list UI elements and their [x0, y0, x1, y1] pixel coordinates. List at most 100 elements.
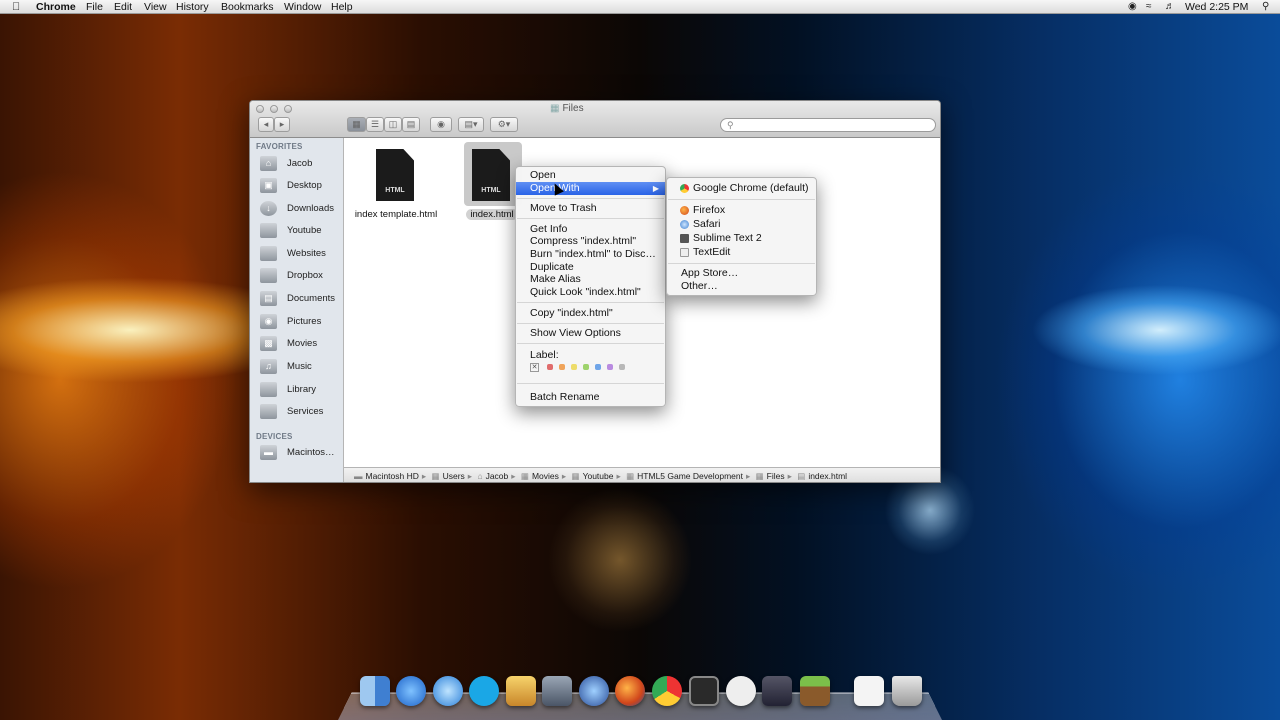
sidebar-item-label: Macintos… — [287, 447, 335, 458]
hard-drive-icon: ▬ — [260, 445, 277, 460]
action-button[interactable]: ⚙▾ — [490, 117, 518, 132]
minecraft-dock-icon[interactable] — [800, 676, 830, 706]
zoom-window-button[interactable] — [284, 105, 292, 113]
list-view-button[interactable]: ☰ — [366, 117, 384, 132]
back-button[interactable]: ◂ — [258, 117, 274, 132]
menu-item-burn[interactable]: Burn "index.html" to Disc… — [516, 248, 665, 261]
apple-menu-icon[interactable]:  — [12, 0, 20, 14]
document-stack-dock-icon[interactable] — [854, 676, 884, 706]
sidebar-item-macintosh-hd[interactable]: ▬ Macintos… — [260, 443, 342, 463]
path-item[interactable]: Jacob — [486, 471, 509, 481]
app-store-dock-icon[interactable] — [396, 676, 426, 706]
spotlight-search-icon[interactable]: ⚲ — [1262, 1, 1269, 13]
sidebar-item-jacob[interactable]: ⌂ Jacob — [260, 154, 342, 174]
menu-bookmarks[interactable]: Bookmarks — [221, 0, 274, 14]
submenu-item-app-store[interactable]: App Store… — [667, 267, 816, 280]
menu-edit[interactable]: Edit — [114, 0, 132, 14]
path-item[interactable]: Files — [767, 471, 785, 481]
sidebar-item-pictures[interactable]: ◉ Pictures — [260, 312, 342, 332]
menu-item-move-to-trash[interactable]: Move to Trash — [516, 202, 665, 215]
path-item[interactable]: HTML5 Game Development — [637, 471, 743, 481]
submenu-item-textedit[interactable]: TextEdit — [667, 246, 816, 259]
menu-app-name[interactable]: Chrome — [36, 0, 76, 14]
screen-record-icon[interactable]: ◉ — [1128, 1, 1137, 13]
sidebar-item-dropbox[interactable]: Dropbox — [260, 266, 342, 286]
favorites-header: FAVORITES — [256, 142, 303, 151]
sublime-text-dock-icon[interactable] — [689, 676, 719, 706]
menu-separator — [517, 323, 664, 324]
sidebar-item-movies[interactable]: ▩ Movies — [260, 334, 342, 354]
submenu-item-other[interactable]: Other… — [667, 280, 816, 293]
finder-dock-icon[interactable] — [360, 676, 390, 706]
steam-dock-icon[interactable] — [762, 676, 792, 706]
menu-item-open[interactable]: Open — [516, 169, 665, 182]
menu-item-open-with[interactable]: Open With ▶ — [516, 182, 665, 195]
sidebar-item-library[interactable]: Library — [260, 380, 342, 400]
menu-item-quick-look[interactable]: Quick Look "index.html" — [516, 286, 665, 299]
path-item[interactable]: Youtube — [583, 471, 614, 481]
sidebar-item-youtube[interactable]: Youtube — [260, 221, 342, 241]
path-item[interactable]: index.html — [808, 471, 847, 481]
menu-item-compress[interactable]: Compress "index.html" — [516, 235, 665, 248]
submenu-item-safari[interactable]: Safari — [667, 218, 816, 231]
close-window-button[interactable] — [256, 105, 264, 113]
photos-dock-icon[interactable] — [506, 676, 536, 706]
chrome-dock-icon[interactable] — [652, 676, 682, 706]
sidebar-item-music[interactable]: ♫ Music — [260, 357, 342, 377]
menu-item-make-alias[interactable]: Make Alias — [516, 273, 665, 286]
path-separator-icon: ▸ — [561, 471, 567, 481]
forward-button[interactable]: ▸ — [274, 117, 290, 132]
path-separator-icon: ▸ — [467, 471, 473, 481]
label-orange[interactable] — [559, 364, 565, 370]
menu-item-batch-rename[interactable]: Batch Rename — [516, 391, 665, 404]
path-item[interactable]: Movies — [532, 471, 559, 481]
itunes-dock-icon[interactable] — [433, 676, 463, 706]
label-blue[interactable] — [595, 364, 601, 370]
no-label-icon[interactable]: ✕ — [530, 363, 539, 372]
path-bar: ▬ Macintosh HD ▸ ▦ Users ▸ ⌂ Jacob ▸ ▦ Movies ▸ … — [344, 467, 940, 482]
sidebar-item-desktop[interactable]: ▣ Desktop — [260, 176, 342, 196]
menu-clock[interactable]: Wed 2:25 PM — [1185, 0, 1248, 14]
sidebar-item-websites[interactable]: Websites — [260, 244, 342, 264]
firefox-dock-icon[interactable] — [615, 676, 645, 706]
quick-look-button[interactable]: ◉ — [430, 117, 452, 132]
minimize-window-button[interactable] — [270, 105, 278, 113]
label-yellow[interactable] — [571, 364, 577, 370]
wifi-icon[interactable]: ≈ — [1146, 1, 1152, 13]
sidebar-item-downloads[interactable]: ↓ Downloads — [260, 199, 342, 219]
trash-dock-icon[interactable] — [892, 676, 922, 706]
menu-item-copy[interactable]: Copy "index.html" — [516, 307, 665, 320]
icon-view-button[interactable]: ▦ — [347, 117, 366, 132]
label-purple[interactable] — [607, 364, 613, 370]
label-green[interactable] — [583, 364, 589, 370]
coverflow-view-button[interactable]: ▤ — [402, 117, 420, 132]
submenu-item-label: Safari — [693, 218, 721, 230]
menu-file[interactable]: File — [86, 0, 103, 14]
label-red[interactable] — [547, 364, 553, 370]
menu-window[interactable]: Window — [284, 0, 321, 14]
sidebar-item-documents[interactable]: ▤ Documents — [260, 289, 342, 309]
menu-item-show-view-options[interactable]: Show View Options — [516, 327, 665, 340]
gamepad-dock-icon[interactable] — [726, 676, 756, 706]
skype-dock-icon[interactable] — [469, 676, 499, 706]
file-item-index-template[interactable]: HTML index template.html — [351, 141, 441, 221]
imovie-dock-icon[interactable] — [542, 676, 572, 706]
gear-icon: ⚙▾ — [497, 119, 511, 129]
network-dock-icon[interactable] — [579, 676, 609, 706]
finder-sidebar: FAVORITES ⌂ Jacob ▣ Desktop ↓ Downloads You… — [250, 138, 344, 482]
path-item[interactable]: Macintosh HD — [366, 471, 419, 481]
volume-icon[interactable]: ♬ — [1165, 1, 1175, 13]
path-item[interactable]: Users — [443, 471, 465, 481]
menu-history[interactable]: History — [176, 0, 209, 14]
arrange-button[interactable]: ▤▾ — [458, 117, 484, 132]
menu-view[interactable]: View — [144, 0, 167, 14]
submenu-item-chrome[interactable]: Google Chrome (default) — [667, 182, 816, 195]
search-field[interactable]: ⚲ — [720, 118, 936, 132]
sidebar-item-services[interactable]: Services — [260, 402, 342, 422]
submenu-item-firefox[interactable]: Firefox — [667, 204, 816, 217]
menu-help[interactable]: Help — [331, 0, 353, 14]
column-view-button[interactable]: ◫ — [384, 117, 402, 132]
menu-separator — [517, 302, 664, 303]
label-gray[interactable] — [619, 364, 625, 370]
submenu-item-sublime[interactable]: Sublime Text 2 — [667, 232, 816, 245]
